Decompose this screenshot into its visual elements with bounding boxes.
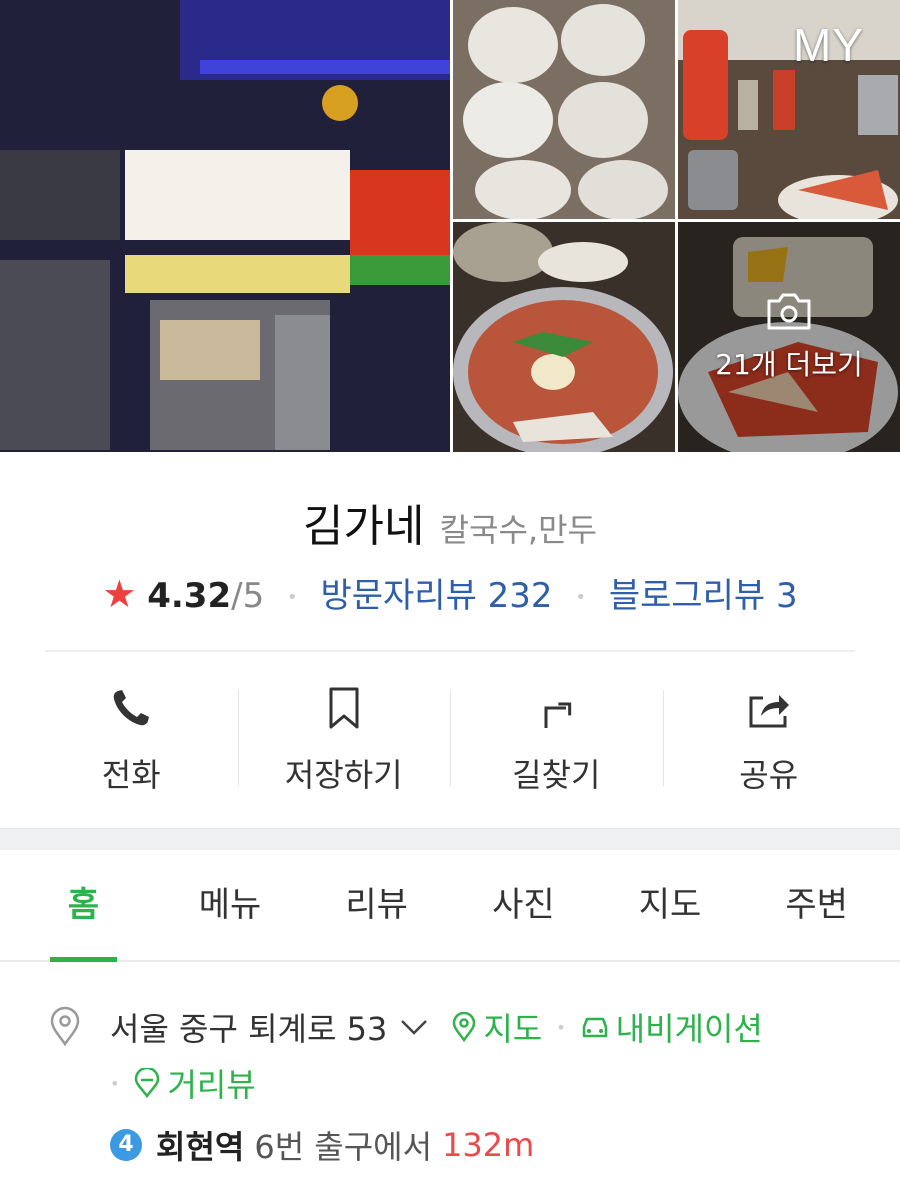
location-pin-icon — [50, 1006, 80, 1046]
action-bar: 전화 저장하기 길찾기 공유 — [25, 680, 875, 796]
more-photos-button[interactable]: 21개 더보기 — [678, 222, 900, 452]
share-button[interactable]: 공유 — [662, 680, 876, 796]
street-view-icon — [135, 1068, 160, 1098]
subway-line-badge: 4 — [110, 1129, 142, 1161]
call-label: 전화 — [101, 756, 161, 794]
directions-button[interactable]: 길찾기 — [450, 680, 663, 796]
section-gap — [0, 828, 900, 850]
share-icon — [749, 695, 789, 728]
tab-home[interactable]: 홈 — [10, 850, 157, 962]
tab-map[interactable]: 지도 — [597, 850, 744, 960]
street-view-link[interactable]: 거리뷰 — [133, 1060, 256, 1106]
navigation-link-label: 내비게이션 — [615, 1010, 763, 1048]
separator-dot: • — [556, 1017, 566, 1037]
map-pin-icon — [453, 1012, 476, 1042]
street-view-line: • 거리뷰 — [110, 1060, 256, 1106]
camera-icon — [767, 293, 811, 330]
address-line: 서울 중구 퇴계로 53 지도 • 내비게이션 — [110, 1004, 763, 1050]
share-label: 공유 — [739, 756, 799, 794]
tab-menu[interactable]: 메뉴 — [157, 850, 304, 960]
navigation-link[interactable]: 내비게이션 — [580, 1004, 763, 1050]
star-icon: ★ — [102, 572, 137, 616]
directions-label: 길찾기 — [512, 756, 601, 794]
phone-icon — [113, 690, 150, 726]
tab-review[interactable]: 리뷰 — [303, 850, 450, 960]
call-button[interactable]: 전화 — [25, 680, 238, 796]
separator-dot: • — [110, 1073, 120, 1093]
station-name: 회현역 — [156, 1128, 245, 1166]
place-category: 칼국수,만두 — [439, 511, 597, 549]
tab-nearby[interactable]: 주변 — [743, 850, 890, 960]
bookmark-icon — [329, 687, 359, 729]
more-photos-label: 21개 더보기 — [715, 348, 863, 381]
separator-dot: • — [287, 587, 298, 608]
car-icon — [582, 1017, 607, 1038]
storefront-photo[interactable] — [0, 0, 450, 452]
visitor-review-link[interactable]: 방문자리뷰 232 — [320, 576, 552, 616]
save-label: 저장하기 — [284, 756, 403, 794]
divider — [45, 650, 855, 652]
street-view-label: 거리뷰 — [167, 1066, 256, 1104]
blog-review-link[interactable]: 블로그리뷰 3 — [609, 576, 798, 616]
rating-row: ★ 4.32/5 • 방문자리뷰 232 • 블로그리뷰 3 — [0, 568, 900, 617]
map-link[interactable]: 지도 — [451, 1004, 542, 1050]
naengmyeon-photo[interactable] — [453, 222, 675, 452]
save-button[interactable]: 저장하기 — [237, 680, 451, 796]
rating-max: /5 — [231, 576, 265, 616]
map-link-label: 지도 — [483, 1010, 543, 1048]
rating-score: 4.32 — [147, 576, 232, 616]
tab-photo[interactable]: 사진 — [450, 850, 597, 960]
my-button[interactable]: MY — [793, 18, 864, 72]
separator-dot: • — [575, 587, 586, 608]
directions-icon — [544, 702, 572, 728]
place-name: 김가네 — [303, 501, 425, 552]
station-distance: 132m — [442, 1126, 535, 1164]
dumpling-photo[interactable] — [453, 0, 675, 219]
tab-bar: 홈 메뉴 리뷰 사진 지도 주변 — [0, 850, 900, 962]
subway-line: 4 회현역 6번 출구에서 132m — [110, 1122, 534, 1168]
address-text: 서울 중구 퇴계로 53 — [110, 1010, 388, 1048]
chevron-down-icon[interactable] — [399, 1017, 429, 1037]
place-header: 김가네 칼국수,만두 — [0, 490, 900, 554]
station-exit: 6번 출구에서 — [254, 1128, 433, 1166]
table-photo[interactable] — [678, 0, 900, 219]
photo-grid: 21개 더보기 MY — [0, 0, 900, 452]
